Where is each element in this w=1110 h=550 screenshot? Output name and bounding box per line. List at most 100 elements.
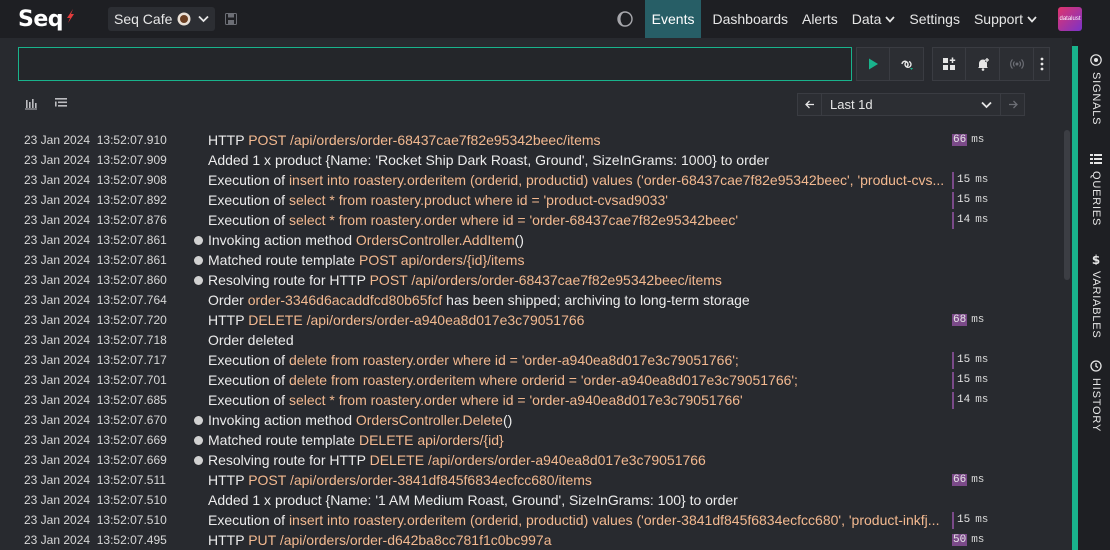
message-property[interactable]: /api/orders/order-d642ba8cc781f1c0bc997a [280,532,552,548]
duration-unit: ms [975,394,989,406]
event-row[interactable]: 23 Jan 2024 13:52:07.717 Execution of del… [0,350,1062,370]
event-message: Execution of select * from roastery.orde… [208,212,948,228]
nav-label: Settings [909,11,960,27]
date-range-select[interactable]: Last 1d [822,93,1000,116]
message-text: () [514,232,524,248]
event-row[interactable]: 23 Jan 2024 13:52:07.669 Resolving route … [0,450,1062,470]
nav-events[interactable]: Events [644,0,702,38]
message-property[interactable]: POST [248,472,286,488]
event-message: Matched route template POST api/orders/{… [208,252,948,268]
message-property[interactable]: POST [248,132,286,148]
event-row[interactable]: 23 Jan 2024 13:52:07.511 HTTP POST /api/o… [0,470,1062,490]
event-row[interactable]: 23 Jan 2024 13:52:07.909 Added 1 x produc… [0,150,1062,170]
broadcast-icon [1009,59,1024,69]
more-options-button[interactable] [1034,47,1050,81]
events-scrollbar[interactable] [1064,130,1070,550]
expand-all-icon[interactable] [54,96,68,110]
next-range-button[interactable] [1000,93,1025,116]
nav-label: Data [851,11,882,27]
save-icon[interactable] [225,13,238,25]
duration-bar [952,191,954,209]
message-property[interactable]: DELETE [370,452,424,468]
event-timestamp: 23 Jan 2024 13:52:07.908 [24,173,167,187]
event-row[interactable]: 23 Jan 2024 13:52:07.876 Execution of sel… [0,210,1062,230]
event-row[interactable]: 23 Jan 2024 13:52:07.510 Execution of ins… [0,510,1062,530]
event-duration: 14 ms [952,391,989,409]
event-row[interactable]: 23 Jan 2024 13:52:07.670 Invoking action … [0,410,1062,430]
sidebar-item-queries[interactable]: QUERIES [1084,153,1108,226]
logo-text: Seq [18,6,64,32]
message-property[interactable]: select * from roastery.product where id … [289,192,668,208]
event-row[interactable]: 23 Jan 2024 13:52:07.861 Matched route te… [0,250,1062,270]
message-property[interactable]: delete from roastery.orderitem where ord… [289,372,798,388]
nav-support[interactable]: Support [967,0,1044,38]
event-row[interactable]: 23 Jan 2024 13:52:07.669 Matched route te… [0,430,1062,450]
nav-data[interactable]: Data [845,0,903,38]
event-row[interactable]: 23 Jan 2024 13:52:07.685 Execution of sel… [0,390,1062,410]
message-property[interactable]: delete from roastery.order where id = 'o… [289,352,739,368]
queries-icon [1090,154,1102,164]
event-row[interactable]: 23 Jan 2024 13:52:07.510 Added 1 x produc… [0,490,1062,510]
message-property[interactable]: OrdersController.AddItem [356,232,515,248]
event-row[interactable]: 23 Jan 2024 13:52:07.764 Order order-3346… [0,290,1062,310]
broadcast-button[interactable] [1000,47,1034,81]
message-property[interactable]: /api/orders/order-a940ea8d017e3c79051766 [307,312,585,328]
event-message: Execution of select * from roastery.prod… [208,192,948,208]
nav-label: Alerts [801,11,838,27]
message-property[interactable]: select * from roastery.order where id = … [289,212,738,228]
chevron-down-icon [1027,15,1037,23]
date-range-label: Last 1d [830,97,873,112]
message-property[interactable]: order-3346d6acaddfcd80b65fcf [248,292,443,308]
message-property[interactable]: DELETE [248,312,302,328]
event-message: Resolving route for HTTP POST /api/order… [208,272,948,288]
nav-settings[interactable]: Settings [902,0,967,38]
message-property[interactable]: select * from roastery.order where id = … [289,392,743,408]
workspace-selector[interactable]: Seq Cafe [108,7,216,31]
event-duration: 15 ms [952,351,988,369]
nav-dashboards[interactable]: Dashboards [705,0,795,38]
message-property[interactable]: POST api/orders/{id}/items [359,252,524,268]
message-text: Matched route template [208,432,359,448]
message-property[interactable]: /api/orders/order-a940ea8d017e3c79051766 [428,452,706,468]
seq-logo[interactable]: Seq [18,7,86,32]
message-property[interactable]: PUT [248,532,276,548]
event-row[interactable]: 23 Jan 2024 13:52:07.718 Order deleted [0,330,1062,350]
previous-range-button[interactable] [797,93,822,116]
level-indicator-icon [194,276,203,285]
event-row[interactable]: 23 Jan 2024 13:52:07.892 Execution of sel… [0,190,1062,210]
message-property[interactable]: POST [370,272,408,288]
message-property[interactable]: /api/orders/order-3841df845f6834ecfcc680… [290,472,592,488]
event-row[interactable]: 23 Jan 2024 13:52:07.495 HTTP PUT /api/or… [0,530,1062,550]
nav-alerts[interactable]: Alerts [795,0,845,38]
event-timestamp: 23 Jan 2024 13:52:07.720 [24,313,167,327]
message-property[interactable]: /api/orders/order-68437cae7f82e95342beec… [290,132,601,148]
message-property[interactable]: insert into roastery.orderitem (orderid,… [289,512,940,528]
run-search-button[interactable] [856,47,890,81]
event-timestamp: 23 Jan 2024 13:52:07.669 [24,433,167,447]
add-to-dashboard-button[interactable] [932,47,966,81]
message-property[interactable]: DELETE api/orders/{id} [359,432,504,448]
level-indicator-icon [194,256,203,265]
theme-toggle-icon[interactable] [616,11,633,27]
message-property[interactable]: OrdersController.Delete [356,412,503,428]
histogram-icon[interactable] [24,96,38,110]
scrollbar-thumb[interactable] [1064,130,1070,280]
event-duration: 15 ms [952,371,988,389]
sidebar-item-history[interactable]: HISTORY [1084,360,1108,432]
avatar[interactable]: datalust [1058,7,1082,31]
message-property[interactable]: /api/orders/order-68437cae7f82e95342beec… [411,272,722,288]
event-row[interactable]: 23 Jan 2024 13:52:07.720 HTTP DELETE /api… [0,310,1062,330]
event-row[interactable]: 23 Jan 2024 13:52:07.910 HTTP POST /api/o… [0,130,1062,150]
event-row[interactable]: 23 Jan 2024 13:52:07.861 Invoking action … [0,230,1062,250]
message-text: Invoking action method [208,412,356,428]
message-property[interactable]: insert into roastery.orderitem (orderid,… [289,172,944,188]
tail-button[interactable] [890,47,924,81]
event-row[interactable]: 23 Jan 2024 13:52:07.860 Resolving route … [0,270,1062,290]
arrow-right-icon [1008,100,1018,109]
add-alert-button[interactable] [966,47,1000,81]
search-input[interactable] [18,47,852,81]
event-row[interactable]: 23 Jan 2024 13:52:07.908 Execution of ins… [0,170,1062,190]
event-row[interactable]: 23 Jan 2024 13:52:07.701 Execution of del… [0,370,1062,390]
sidebar-item-signals[interactable]: SIGNALS [1084,54,1108,125]
sidebar-item-variables[interactable]: $ VARIABLES [1084,253,1108,339]
